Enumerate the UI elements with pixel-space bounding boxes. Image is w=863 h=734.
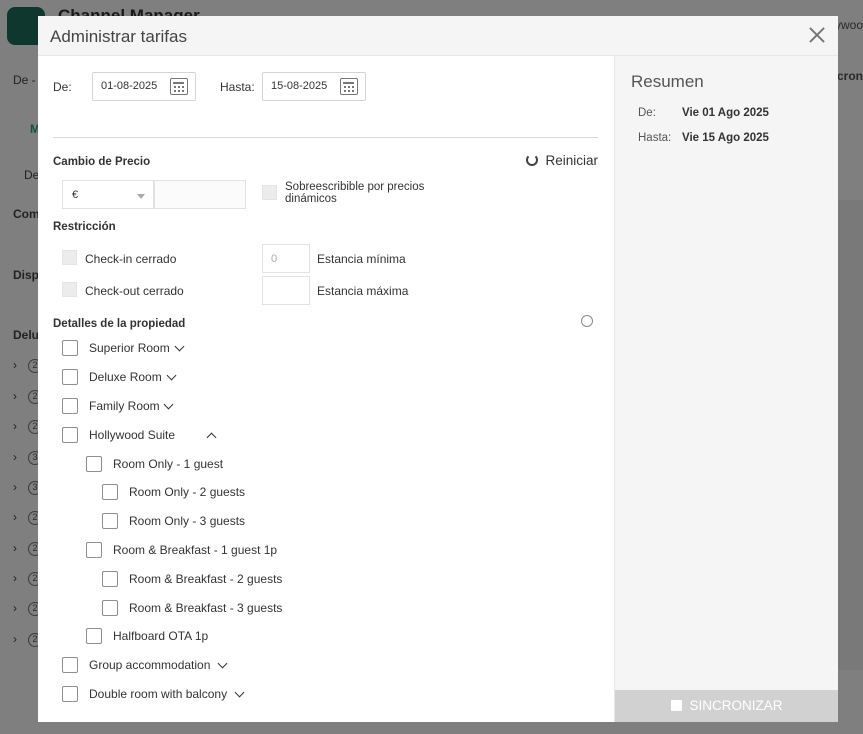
chevron-up-icon[interactable] xyxy=(206,432,217,443)
min-stay-label: Estancia mínima xyxy=(317,252,406,266)
rate-checkbox[interactable] xyxy=(102,571,118,587)
rate-checkbox[interactable] xyxy=(86,628,102,644)
summary-from-label: De: xyxy=(638,107,656,119)
currency-select[interactable]: € xyxy=(62,180,154,209)
room-label: Family Room xyxy=(89,399,160,413)
rate-checkbox[interactable] xyxy=(86,542,102,558)
reset-button[interactable]: Reiniciar xyxy=(526,153,598,168)
room-label: Group accommodation xyxy=(89,658,211,672)
summary-panel: Resumen De: Vie 01 Ago 2025 Hasta: Vie 1… xyxy=(614,56,838,722)
room-checkbox[interactable] xyxy=(62,427,78,443)
chevron-down-icon[interactable] xyxy=(163,399,174,410)
checkin-closed-checkbox[interactable] xyxy=(62,250,77,265)
price-change-title: Cambio de Precio xyxy=(53,156,151,168)
divider xyxy=(53,137,598,138)
from-date-value: 01-08-2025 xyxy=(101,80,158,92)
calendar-icon[interactable] xyxy=(340,78,358,95)
currency-value: € xyxy=(72,189,79,201)
to-date-label: Hasta: xyxy=(220,80,255,94)
chevron-down-icon[interactable] xyxy=(166,370,177,381)
restriction-title: Restricción xyxy=(53,221,116,233)
save-icon xyxy=(671,700,683,711)
summary-from-value: Vie 01 Ago 2025 xyxy=(682,107,769,119)
rate-checkbox[interactable] xyxy=(102,513,118,529)
to-date-input[interactable]: 15-08-2025 xyxy=(262,72,366,101)
max-stay-input[interactable] xyxy=(262,276,310,305)
summary-title: Resumen xyxy=(631,72,704,91)
room-label: Superior Room xyxy=(89,341,170,355)
reset-label: Reiniciar xyxy=(545,153,598,168)
room-label: Deluxe Room xyxy=(89,370,162,384)
sync-button-label: SINCRONIZAR xyxy=(689,698,783,713)
rate-label: Room & Breakfast - 2 guests xyxy=(129,572,283,586)
from-date-label: De: xyxy=(53,80,72,94)
rate-label: Room Only - 2 guests xyxy=(129,485,246,499)
close-icon[interactable] xyxy=(806,24,828,46)
summary-to-value: Vie 15 Ago 2025 xyxy=(682,132,769,144)
property-details-title: Detalles de la propiedad xyxy=(53,318,186,330)
from-date-input[interactable]: 01-08-2025 xyxy=(92,72,196,101)
rate-label: Room & Breakfast - 3 guests xyxy=(129,601,283,615)
price-change-input[interactable] xyxy=(154,180,246,209)
checkout-closed-checkbox[interactable] xyxy=(62,282,77,297)
calendar-icon[interactable] xyxy=(170,78,188,95)
select-all-radio[interactable] xyxy=(581,315,593,327)
reset-icon xyxy=(526,154,539,166)
min-stay-value: 0 xyxy=(271,253,278,265)
room-label: Double room with balcony xyxy=(89,687,228,701)
max-stay-label: Estancia máxima xyxy=(317,284,409,298)
overridable-label: Sobreescribible por precios dinámicos xyxy=(285,181,425,205)
chevron-down-icon[interactable] xyxy=(174,341,185,352)
room-checkbox[interactable] xyxy=(62,398,78,414)
room-label: Hollywood Suite xyxy=(89,428,176,442)
to-date-value: 15-08-2025 xyxy=(271,80,328,92)
chevron-down-icon[interactable] xyxy=(234,687,245,698)
caret-down-icon xyxy=(137,194,145,199)
room-checkbox[interactable] xyxy=(62,686,78,702)
rate-label: Room Only - 1 guest xyxy=(113,457,224,471)
sync-button[interactable]: SINCRONIZAR xyxy=(615,690,838,722)
room-checkbox[interactable] xyxy=(62,657,78,673)
chevron-down-icon[interactable] xyxy=(217,658,228,669)
min-stay-input[interactable]: 0 xyxy=(262,244,310,273)
modal-title: Administrar tarifas xyxy=(50,27,187,46)
modal-header: Administrar tarifas xyxy=(38,16,838,56)
overridable-checkbox[interactable] xyxy=(262,185,277,200)
checkout-closed-label: Check-out cerrado xyxy=(85,284,184,298)
rate-checkbox[interactable] xyxy=(102,484,118,500)
rate-label: Halfboard OTA 1p xyxy=(113,629,209,643)
room-checkbox[interactable] xyxy=(62,340,78,356)
rate-checkbox[interactable] xyxy=(86,456,102,472)
rate-label: Room Only - 3 guests xyxy=(129,514,246,528)
room-checkbox[interactable] xyxy=(62,369,78,385)
checkin-closed-label: Check-in cerrado xyxy=(85,252,177,266)
rate-checkbox[interactable] xyxy=(102,600,118,616)
manage-rates-modal: Administrar tarifas De: 01-08-2025 Hasta… xyxy=(38,16,838,722)
rate-label: Room & Breakfast - 1 guest 1p xyxy=(113,543,278,557)
rates-form: De: 01-08-2025 Hasta: 15-08-2025 Cambio … xyxy=(38,56,614,722)
summary-to-label: Hasta: xyxy=(638,132,672,144)
